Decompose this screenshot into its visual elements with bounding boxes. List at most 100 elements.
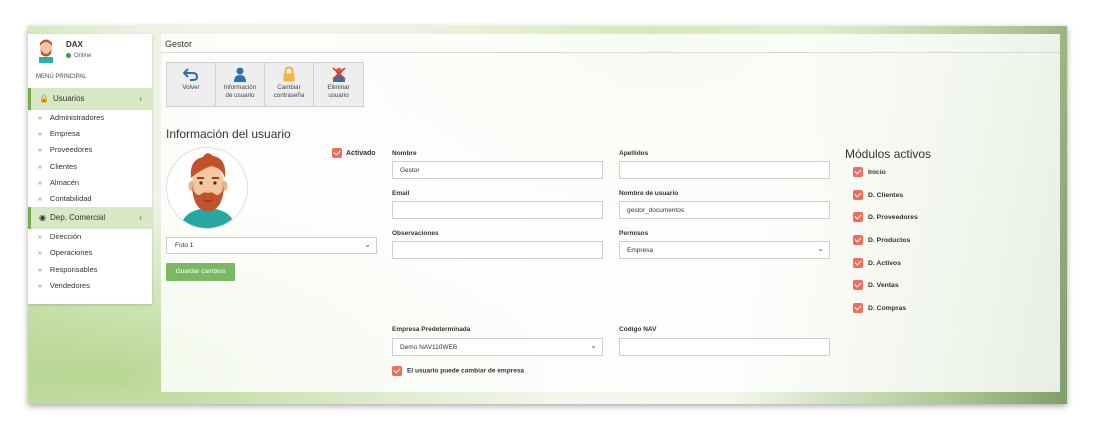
- module-proveedores-checkbox[interactable]: D. Proveedores: [853, 212, 918, 222]
- checkbox-checked-icon: [853, 258, 863, 268]
- user-info-label1: Información: [223, 84, 257, 91]
- user-info-button[interactable]: Información de usuario: [216, 63, 265, 106]
- sidebar-item-label: Dirección: [49, 232, 82, 242]
- permisos-select[interactable]: Empresa ⌄: [619, 241, 830, 259]
- bearded-man-avatar-icon: [167, 148, 247, 228]
- sidebar-item-operaciones[interactable]: » Operaciones: [28, 245, 152, 261]
- module-label: D. Clientes: [868, 191, 904, 199]
- user-status-text: Online: [74, 53, 92, 60]
- user-name: DAX: [66, 40, 83, 49]
- sidebar-item-label: Clientes: [49, 161, 78, 171]
- codigo-nav-label: Código NAV: [619, 326, 657, 333]
- sidebar-group-usuarios[interactable]: 🔒 Usuarios ‹: [28, 88, 152, 110]
- sidebar-item-almacen[interactable]: » Almacén: [28, 175, 152, 191]
- double-chevron-icon: »: [38, 147, 42, 155]
- checkbox-checked-icon: [853, 235, 863, 245]
- nombre-input[interactable]: Gestor: [392, 161, 603, 179]
- chevron-left-icon: ‹: [139, 213, 142, 223]
- back-button[interactable]: Volver: [167, 63, 216, 106]
- email-input[interactable]: [392, 201, 603, 219]
- padlock-icon: [283, 66, 295, 82]
- chevron-down-icon: ⌄: [364, 240, 371, 249]
- checkbox-checked-icon: [853, 280, 863, 290]
- nombre-label: Nombre: [392, 150, 417, 157]
- username-label: Nombre de usuario: [619, 190, 679, 197]
- module-inicio-checkbox[interactable]: Inicio: [853, 167, 886, 177]
- delete-user-label1: Eliminar: [327, 84, 350, 91]
- photo-select[interactable]: Foto 1 ⌄: [166, 237, 377, 254]
- sidebar-item-proveedores[interactable]: » Proveedores: [28, 142, 152, 158]
- undo-icon: [183, 68, 199, 81]
- double-chevron-icon: »: [38, 250, 42, 258]
- module-clientes-checkbox[interactable]: D. Clientes: [853, 190, 903, 200]
- codigo-nav-input[interactable]: [619, 338, 830, 356]
- checkbox-checked-icon: [853, 190, 863, 200]
- username-input[interactable]: gestor_documentos: [619, 201, 830, 219]
- user-info-label2: de usuario: [225, 92, 255, 99]
- delete-user-label2: usuario: [328, 92, 349, 99]
- menu-title: MENÚ PRINCIPAL: [36, 74, 87, 80]
- sidebar-item-label: Almacén: [49, 177, 80, 187]
- module-productos-checkbox[interactable]: D. Productos: [853, 235, 910, 245]
- sidebar-item-responsables[interactable]: » Responsables: [28, 262, 152, 278]
- sidebar-item-label: Operaciones: [49, 248, 93, 258]
- change-company-label: El usuario puede cambiar de empresa: [407, 367, 525, 375]
- page-title: Gestor: [161, 34, 1060, 53]
- sidebar-item-label: Responsables: [49, 264, 98, 274]
- empresa-pred-select-value: Demo NAV110WEB: [400, 344, 458, 351]
- change-password-label2: contraseña: [273, 92, 305, 99]
- observaciones-label: Observaciones: [392, 230, 439, 237]
- change-password-button[interactable]: Cambiar contraseña: [265, 63, 314, 106]
- change-password-label1: Cambiar: [277, 84, 301, 91]
- chevron-down-icon: ⌄: [817, 244, 824, 253]
- apellidos-input[interactable]: [619, 161, 830, 179]
- sidebar-item-empresa[interactable]: » Empresa: [28, 126, 152, 142]
- section-title: Información del usuario: [166, 127, 291, 141]
- user-panel: DAX Online: [28, 34, 152, 66]
- module-compras-checkbox[interactable]: D. Compras: [853, 303, 906, 313]
- empresa-pred-label: Empresa Predeterminada: [392, 326, 471, 333]
- checkbox-checked-icon: [853, 212, 863, 222]
- main-panel: Gestor Volver Información de usuario Camb…: [161, 34, 1060, 392]
- app-window: DAX Online MENÚ PRINCIPAL 🔒 Usuarios ‹ » A…: [28, 26, 1067, 404]
- sidebar-item-vendedores[interactable]: » Vendedores: [28, 278, 152, 294]
- chevron-left-icon: ‹: [139, 94, 142, 103]
- double-chevron-icon: »: [38, 179, 42, 187]
- save-button[interactable]: Guardar cambios: [166, 263, 235, 281]
- checkbox-checked-icon: [853, 303, 863, 313]
- observaciones-input[interactable]: [392, 241, 603, 259]
- module-label: D. Productos: [868, 236, 911, 244]
- apellidos-label: Apellidos: [619, 150, 649, 157]
- toolbar: Volver Información de usuario Cambiar cont…: [166, 62, 364, 107]
- sidebar-item-clientes[interactable]: » Clientes: [28, 159, 152, 175]
- module-label: D. Ventas: [868, 281, 899, 289]
- email-label: Email: [392, 190, 410, 197]
- sidebar: DAX Online MENÚ PRINCIPAL 🔒 Usuarios ‹ » A…: [28, 34, 152, 304]
- active-checkbox[interactable]: Activado: [332, 148, 376, 158]
- module-ventas-checkbox[interactable]: D. Ventas: [853, 280, 899, 290]
- back-label: Volver: [182, 84, 200, 91]
- user-status: Online: [66, 53, 91, 59]
- checkbox-checked-icon: [392, 366, 402, 376]
- sidebar-item-label: Contabilidad: [49, 193, 92, 203]
- double-chevron-icon: »: [38, 131, 42, 139]
- delete-user-icon: [331, 67, 346, 82]
- empresa-pred-select[interactable]: Demo NAV110WEB ⌄: [392, 338, 603, 356]
- sidebar-item-direccion[interactable]: » Dirección: [28, 229, 152, 245]
- change-company-checkbox[interactable]: El usuario puede cambiar de empresa: [392, 366, 524, 376]
- lock-icon: 🔒: [39, 94, 49, 103]
- photo-select-value: Foto 1: [175, 242, 194, 249]
- double-chevron-icon: »: [38, 266, 42, 274]
- module-activos-checkbox[interactable]: D. Activos: [853, 258, 901, 268]
- sidebar-item-contabilidad[interactable]: » Contabilidad: [28, 191, 152, 207]
- user-icon: [234, 67, 246, 82]
- module-label: Inicio: [868, 168, 886, 176]
- sidebar-group-label: Usuarios: [52, 94, 85, 103]
- sidebar-item-administradores[interactable]: » Administradores: [28, 110, 152, 126]
- double-chevron-icon: »: [38, 195, 42, 203]
- checkbox-checked-icon: [853, 167, 863, 177]
- sidebar-item-label: Proveedores: [49, 145, 93, 155]
- profile-photo: [166, 147, 248, 229]
- sidebar-group-dep-comercial[interactable]: ◉ Dep. Comercial ‹: [28, 207, 152, 230]
- delete-user-button[interactable]: Eliminar usuario: [314, 63, 363, 106]
